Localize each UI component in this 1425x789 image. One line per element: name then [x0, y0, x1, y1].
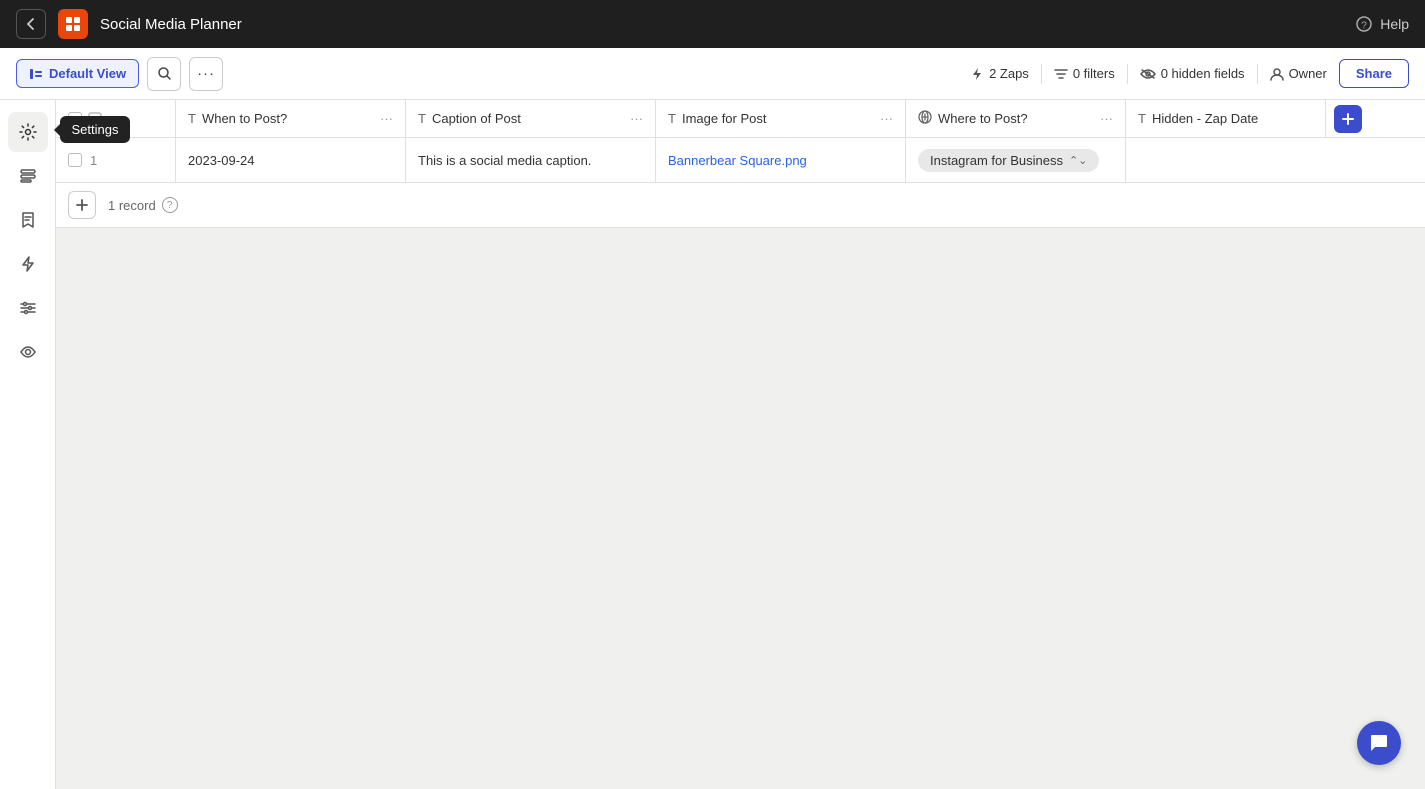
svg-text:?: ?	[1361, 21, 1367, 32]
cell-hidden-1[interactable]	[1126, 138, 1326, 182]
owner-label: Owner	[1289, 66, 1327, 81]
default-view-button[interactable]: Default View	[16, 59, 139, 88]
when-value: 2023-09-24	[188, 153, 255, 168]
when-type-icon: T	[188, 111, 196, 126]
image-type-icon: T	[668, 111, 676, 126]
table-row: 1 2023-09-24 This is a social media capt…	[56, 138, 1425, 183]
top-bar: Social Media Planner ? Help	[0, 0, 1425, 48]
back-button[interactable]	[16, 9, 46, 39]
hidden-fields-button[interactable]: 0 hidden fields	[1140, 66, 1245, 81]
table-header: T When to Post? ··· T Caption of Post ··…	[56, 100, 1425, 138]
add-record-row: 1 record ?	[56, 183, 1425, 228]
add-record-button[interactable]	[68, 191, 96, 219]
col-where-more[interactable]: ···	[1100, 111, 1113, 126]
table-wrapper: T When to Post? ··· T Caption of Post ··…	[56, 100, 1425, 228]
col-header-caption: T Caption of Post ···	[406, 100, 656, 137]
cell-caption-1[interactable]: This is a social media caption.	[406, 138, 656, 182]
col-header-where: Where to Post? ···	[906, 100, 1126, 137]
sidebar-item-sliders[interactable]	[8, 288, 48, 328]
sidebar-item-eye[interactable]	[8, 332, 48, 372]
table-area: T When to Post? ··· T Caption of Post ··…	[56, 100, 1425, 789]
more-options-button[interactable]: ···	[189, 57, 223, 91]
zaps-label: 2 Zaps	[989, 66, 1029, 81]
zaps-button[interactable]: 2 Zaps	[970, 66, 1029, 81]
app-icon	[58, 9, 88, 39]
col-header-image: T Image for Post ···	[656, 100, 906, 137]
search-button[interactable]	[147, 57, 181, 91]
divider	[1041, 64, 1042, 84]
badge-arrow-icon: ⌃⌄	[1069, 154, 1087, 167]
col-header-hidden: T Hidden - Zap Date	[1126, 100, 1326, 137]
app-title: Social Media Planner	[100, 16, 242, 33]
row-checkbox[interactable]	[68, 153, 82, 167]
col-when-more[interactable]: ···	[380, 111, 393, 126]
record-count-text: 1 record	[108, 198, 156, 213]
divider-3	[1257, 64, 1258, 84]
sidebar-item-bookmark[interactable]	[8, 200, 48, 240]
record-count-help[interactable]: ?	[162, 197, 178, 213]
hidden-fields-label: 0 hidden fields	[1161, 66, 1245, 81]
col-where-label: Where to Post?	[938, 111, 1028, 126]
cell-check-1[interactable]: 1	[56, 138, 176, 182]
where-badge[interactable]: Instagram for Business ⌃⌄	[918, 149, 1099, 172]
divider-2	[1127, 64, 1128, 84]
add-col-icon[interactable]	[1334, 105, 1362, 133]
filters-label: 0 filters	[1073, 66, 1115, 81]
col-caption-label: Caption of Post	[432, 111, 521, 126]
help-button[interactable]: ? Help	[1356, 16, 1409, 32]
image-link[interactable]: Bannerbear Square.png	[668, 153, 807, 168]
chat-button[interactable]	[1357, 721, 1401, 765]
caption-value: This is a social media caption.	[418, 153, 591, 168]
col-caption-more[interactable]: ···	[630, 111, 643, 126]
col-image-more[interactable]: ···	[880, 111, 893, 126]
row-number: 1	[90, 153, 97, 168]
main-layout: Settings	[0, 100, 1425, 789]
sidebar-item-lightning[interactable]	[8, 244, 48, 284]
cell-when-1[interactable]: 2023-09-24	[176, 138, 406, 182]
col-hidden-label: Hidden - Zap Date	[1152, 111, 1258, 126]
caption-type-icon: T	[418, 111, 426, 126]
share-button[interactable]: Share	[1339, 59, 1409, 88]
sidebar: Settings	[0, 100, 56, 789]
col-header-check	[56, 100, 176, 137]
filters-button[interactable]: 0 filters	[1054, 66, 1115, 81]
toolbar-right: 2 Zaps 0 filters 0 hidden fields Owner	[970, 59, 1409, 88]
col-image-label: Image for Post	[682, 111, 767, 126]
dots-icon: ···	[197, 65, 215, 82]
toolbar-left: Default View ···	[16, 57, 223, 91]
toolbar: Default View ··· 2 Zaps 0 filters	[0, 48, 1425, 100]
hidden-type-icon: T	[1138, 111, 1146, 126]
sidebar-item-list[interactable]	[8, 156, 48, 196]
view-label: Default View	[49, 66, 126, 81]
cell-where-1[interactable]: Instagram for Business ⌃⌄	[906, 138, 1126, 182]
header-checkbox[interactable]	[68, 112, 82, 126]
record-count: 1 record ?	[108, 197, 178, 213]
col-when-label: When to Post?	[202, 111, 287, 126]
add-column-button[interactable]	[1326, 100, 1370, 137]
sidebar-item-settings[interactable]: Settings	[8, 112, 48, 152]
top-bar-left: Social Media Planner	[16, 9, 242, 39]
cell-image-1[interactable]: Bannerbear Square.png	[656, 138, 906, 182]
where-type-icon	[918, 110, 932, 127]
owner-button[interactable]: Owner	[1270, 66, 1327, 81]
col-header-when: T When to Post? ···	[176, 100, 406, 137]
where-badge-text: Instagram for Business	[930, 153, 1063, 168]
help-label: Help	[1380, 16, 1409, 32]
